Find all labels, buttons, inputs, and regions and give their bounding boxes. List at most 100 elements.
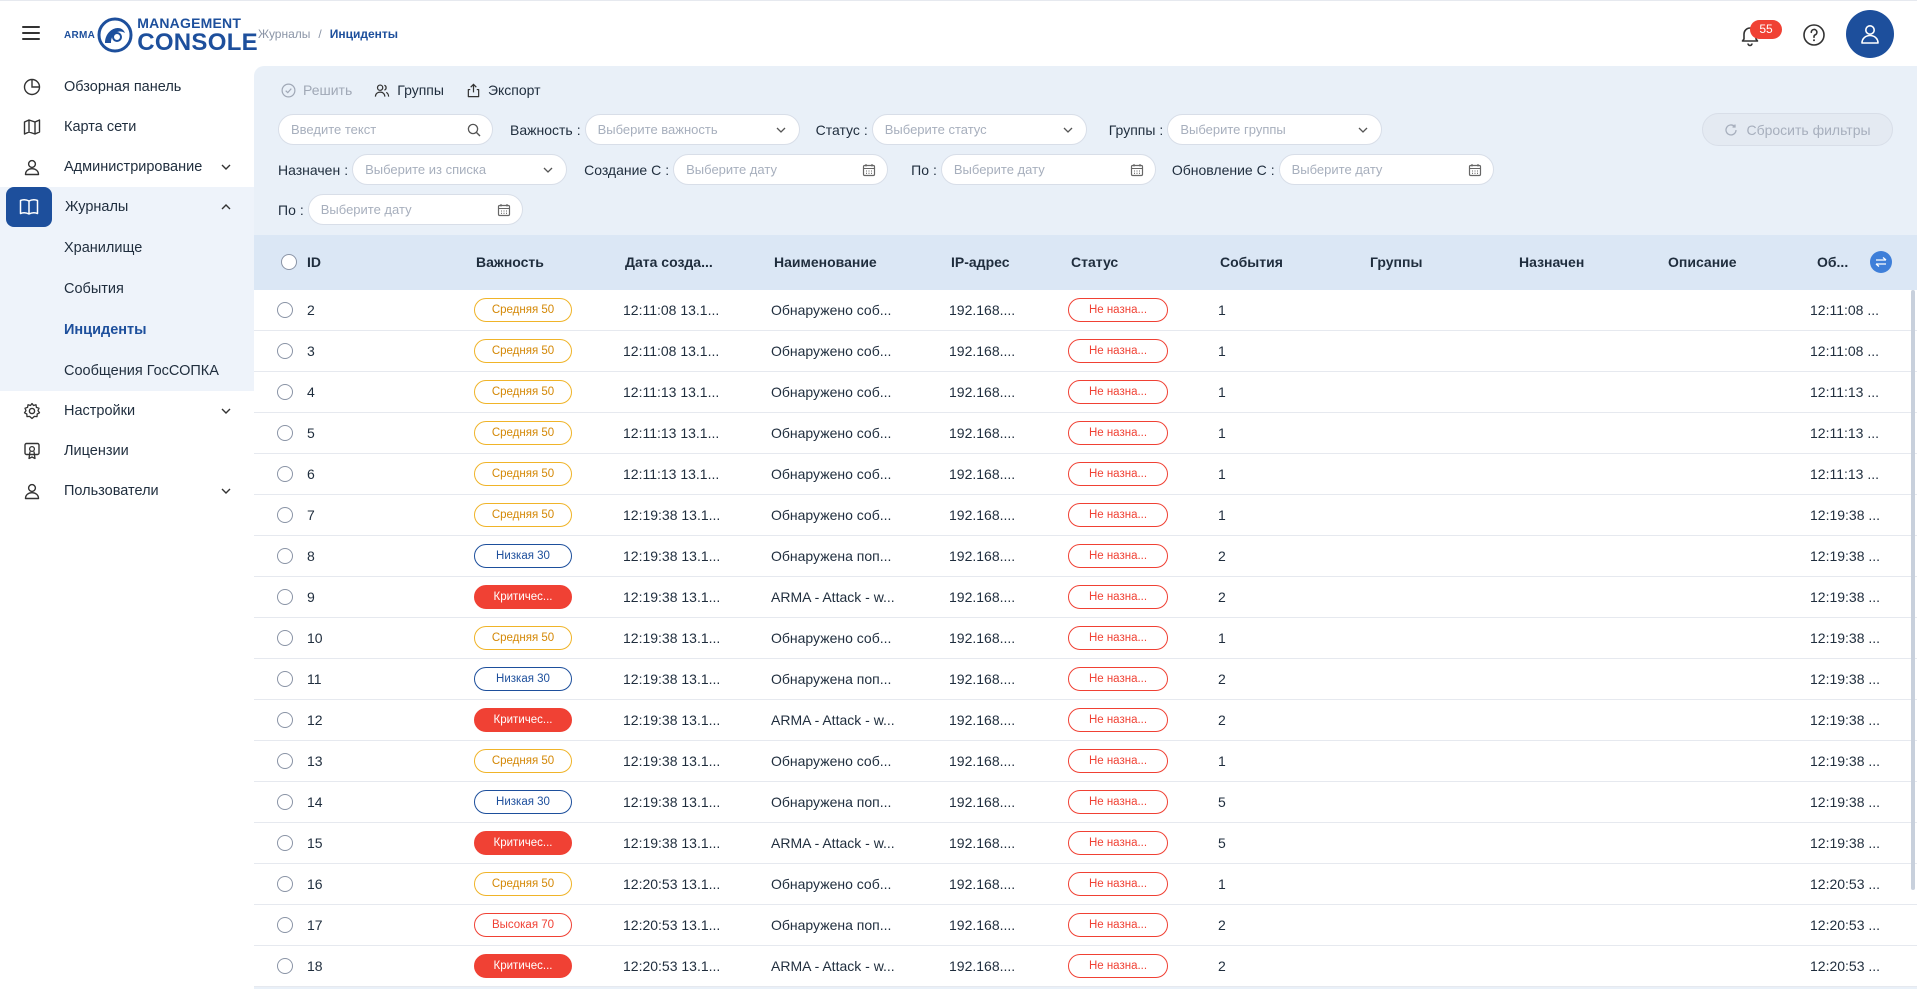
cell-name[interactable]: Обнаружено соб...	[771, 302, 891, 318]
cell-name[interactable]: Обнаружена поп...	[771, 794, 891, 810]
row-checkbox[interactable]	[277, 302, 293, 318]
table-row[interactable]: 18 Критичес... 12:20:53 13.1... ARMA - Atta…	[254, 946, 1917, 987]
status-select[interactable]: Выберите статус	[871, 114, 1087, 145]
table-row[interactable]: 12 Критичес... 12:19:38 13.1... ARMA - Atta…	[254, 700, 1917, 741]
sidebar-item-administration[interactable]: Администрирование	[0, 147, 254, 187]
row-checkbox[interactable]	[277, 835, 293, 851]
table-row[interactable]: 3 Средняя 50 12:11:08 13.1... Обнаружено со…	[254, 331, 1917, 372]
row-checkbox[interactable]	[277, 876, 293, 892]
column-header-id[interactable]: ID	[307, 254, 321, 270]
row-checkbox[interactable]	[277, 343, 293, 359]
cell-name[interactable]: ARMA - Attack - w...	[771, 835, 895, 851]
search-input[interactable]	[291, 122, 492, 137]
table-row[interactable]: 9 Критичес... 12:19:38 13.1... ARMA - Attac…	[254, 577, 1917, 618]
created-to-datepicker[interactable]: Выберите дату	[940, 154, 1156, 185]
table-row[interactable]: 13 Средняя 50 12:19:38 13.1... Обнаружено с…	[254, 741, 1917, 782]
table-row[interactable]: 16 Средняя 50 12:20:53 13.1... Обнаружено с…	[254, 864, 1917, 905]
table-row[interactable]: 17 Высокая 70 12:20:53 13.1... Обнаружена п…	[254, 905, 1917, 946]
row-checkbox[interactable]	[277, 507, 293, 523]
sidebar-subitem-gossopka[interactable]: Сообщения ГосСОПКА	[0, 350, 254, 391]
row-checkbox[interactable]	[277, 794, 293, 810]
column-header-groups[interactable]: Группы	[1370, 254, 1422, 270]
cell-name[interactable]: Обнаружено соб...	[771, 466, 891, 482]
table-row[interactable]: 15 Критичес... 12:19:38 13.1... ARMA - Atta…	[254, 823, 1917, 864]
row-checkbox[interactable]	[277, 466, 293, 482]
table-row[interactable]: 14 Низкая 30 12:19:38 13.1... Обнаружена по…	[254, 782, 1917, 823]
table-scrollbar[interactable]	[1911, 290, 1915, 890]
table-row[interactable]: 10 Средняя 50 12:19:38 13.1... Обнаружено с…	[254, 618, 1917, 659]
column-header-events[interactable]: События	[1220, 254, 1283, 270]
column-header-assigned[interactable]: Назначен	[1519, 254, 1584, 270]
cell-name[interactable]: Обнаружено соб...	[771, 425, 891, 441]
severity-badge: Средняя 50	[474, 380, 572, 404]
table-row[interactable]: 5 Средняя 50 12:11:13 13.1... Обнаружено со…	[254, 413, 1917, 454]
table-row[interactable]: 8 Низкая 30 12:19:38 13.1... Обнаружена поп…	[254, 536, 1917, 577]
sidebar-item-users[interactable]: Пользователи	[0, 471, 254, 511]
table-row[interactable]: 6 Средняя 50 12:11:13 13.1... Обнаружено со…	[254, 454, 1917, 495]
calendar-icon	[1468, 164, 1481, 177]
table-row[interactable]: 4 Средняя 50 12:11:13 13.1... Обнаружено со…	[254, 372, 1917, 413]
table-row[interactable]: 2 Средняя 50 12:11:08 13.1... Обнаружено со…	[254, 290, 1917, 331]
groups-select[interactable]: Выберите группы	[1167, 114, 1383, 145]
cell-name[interactable]: Обнаружено соб...	[771, 753, 891, 769]
row-checkbox[interactable]	[277, 917, 293, 933]
search-field[interactable]	[278, 114, 493, 145]
cell-name[interactable]: ARMA - Attack - w...	[771, 589, 895, 605]
sidebar-subitem-incidents[interactable]: Инциденты	[0, 309, 254, 350]
row-checkbox[interactable]	[277, 671, 293, 687]
column-header-ip[interactable]: IP-адрес	[951, 254, 1010, 270]
logo[interactable]: ARMA MANAGEMENT CONSOLE	[64, 15, 258, 55]
column-header-created[interactable]: Дата созда...	[625, 254, 713, 270]
assigned-select[interactable]: Выберите из списка	[352, 154, 568, 185]
menu-icon[interactable]	[22, 26, 40, 40]
cell-name[interactable]: Обнаружена поп...	[771, 671, 891, 687]
row-checkbox[interactable]	[277, 384, 293, 400]
column-header-name[interactable]: Наименование	[774, 254, 877, 270]
cell-name[interactable]: Обнаружено соб...	[771, 507, 891, 523]
cell-name[interactable]: Обнаружена поп...	[771, 548, 891, 564]
table-row[interactable]: 7 Средняя 50 12:19:38 13.1... Обнаружено со…	[254, 495, 1917, 536]
filter-row-1: Важность : Выберите важность Статус : Вы…	[278, 114, 1383, 145]
breadcrumb-parent[interactable]: Журналы	[258, 27, 310, 41]
sidebar-item-network-map[interactable]: Карта сети	[0, 107, 254, 147]
row-checkbox[interactable]	[277, 753, 293, 769]
severity-select[interactable]: Выберите важность	[584, 114, 800, 145]
sidebar-subitem-events[interactable]: События	[0, 268, 254, 309]
row-checkbox[interactable]	[277, 548, 293, 564]
groups-button[interactable]: Группы	[374, 82, 444, 98]
sidebar-item-settings[interactable]: Настройки	[0, 391, 254, 431]
help-icon[interactable]	[1802, 23, 1826, 47]
updated-to-datepicker[interactable]: Выберите дату	[307, 194, 523, 225]
cell-name[interactable]: Обнаружено соб...	[771, 384, 891, 400]
avatar[interactable]	[1846, 10, 1894, 58]
sidebar-subitem-storage[interactable]: Хранилище	[0, 227, 254, 268]
table-row[interactable]: 11 Низкая 30 12:19:38 13.1... Обнаружена по…	[254, 659, 1917, 700]
sidebar-item-journals[interactable]: Журналы	[0, 187, 254, 227]
sidebar-item-licenses[interactable]: Лицензии	[0, 431, 254, 471]
row-checkbox[interactable]	[277, 589, 293, 605]
cell-name[interactable]: Обнаружена поп...	[771, 917, 891, 933]
row-checkbox[interactable]	[277, 712, 293, 728]
cell-name[interactable]: Обнаружено соб...	[771, 876, 891, 892]
sidebar-item-dashboard[interactable]: Обзорная панель	[0, 67, 254, 107]
column-settings-button[interactable]	[1870, 251, 1892, 273]
severity-badge: Средняя 50	[474, 749, 572, 773]
row-checkbox[interactable]	[277, 630, 293, 646]
column-header-severity[interactable]: Важность	[476, 254, 544, 270]
select-all-checkbox[interactable]	[281, 254, 297, 270]
updated-from-datepicker[interactable]: Выберите дату	[1278, 154, 1494, 185]
cell-name[interactable]: ARMA - Attack - w...	[771, 958, 895, 974]
row-checkbox[interactable]	[277, 425, 293, 441]
column-header-status[interactable]: Статус	[1071, 254, 1118, 270]
cell-name[interactable]: ARMA - Attack - w...	[771, 712, 895, 728]
row-checkbox[interactable]	[277, 958, 293, 974]
cell-id: 18	[307, 958, 323, 974]
column-header-updated[interactable]: Об...	[1817, 254, 1848, 270]
created-from-datepicker[interactable]: Выберите дату	[673, 154, 889, 185]
cell-name[interactable]: Обнаружено соб...	[771, 630, 891, 646]
column-header-description[interactable]: Описание	[1668, 254, 1737, 270]
export-button[interactable]: Экспорт	[466, 82, 541, 98]
resolve-button[interactable]: Решить	[281, 82, 352, 98]
cell-name[interactable]: Обнаружено соб...	[771, 343, 891, 359]
reset-filters-button[interactable]: Сбросить фильтры	[1702, 113, 1893, 146]
